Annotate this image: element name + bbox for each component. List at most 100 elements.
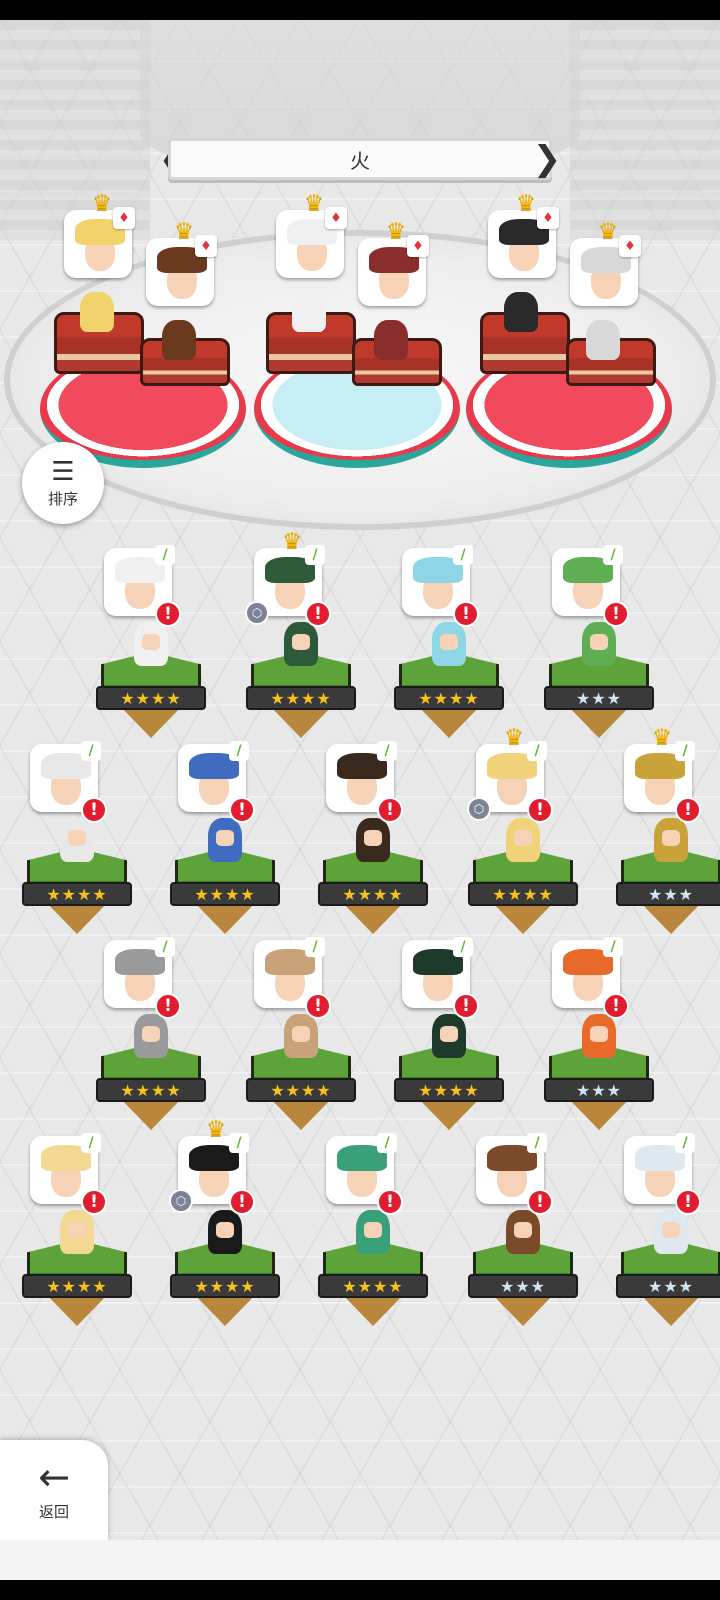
- crown-icon: ♛: [282, 529, 302, 554]
- star-rating: ★★★★: [246, 1078, 356, 1102]
- hero-portrait[interactable]: ♛ /! ⬡: [245, 531, 331, 627]
- hero-portrait[interactable]: /!: [552, 937, 629, 1019]
- fire-element-icon: ♦: [537, 207, 559, 229]
- alert-icon: !: [603, 601, 629, 627]
- hero-sprite: [60, 1210, 94, 1254]
- element-label: 火: [350, 148, 370, 173]
- leaf-element-icon: /: [155, 937, 175, 957]
- hero-portrait[interactable]: /!: [624, 1133, 701, 1215]
- hero-tile[interactable]: ★★★: [616, 1208, 720, 1334]
- star-rating: ★★★★: [170, 882, 280, 906]
- hero-portrait[interactable]: /!: [30, 741, 107, 823]
- next-element-button[interactable]: ❯: [533, 138, 562, 180]
- leaf-element-icon: /: [377, 741, 397, 761]
- hero-sprite: [134, 1014, 168, 1058]
- hero-tile[interactable]: ★★★★: [246, 1012, 356, 1138]
- hero-tile[interactable]: ★★★★: [394, 1012, 504, 1138]
- alert-icon: !: [675, 1189, 701, 1215]
- star-rating: ★★★: [468, 1274, 578, 1298]
- hero-portrait[interactable]: /!: [552, 545, 629, 627]
- hero-tile[interactable]: ★★★: [544, 1012, 654, 1138]
- back-label: 返回: [38, 1502, 69, 1521]
- star-rating: ★★★★: [22, 1274, 132, 1298]
- alert-icon: !: [155, 601, 181, 627]
- team-portrait[interactable]: ♛ ♦: [358, 221, 429, 306]
- hero-tile[interactable]: ★★★: [468, 1208, 578, 1334]
- sort-button[interactable]: ☰ 排序: [22, 442, 104, 524]
- leaf-element-icon: /: [229, 1133, 249, 1153]
- hero-sprite: [356, 1210, 390, 1254]
- alert-icon: !: [453, 993, 479, 1019]
- hero-tile[interactable]: ★★★★: [394, 620, 504, 746]
- leaf-element-icon: /: [603, 937, 623, 957]
- hero-portrait[interactable]: ♛ /! ⬡: [169, 1119, 255, 1215]
- alert-icon: !: [81, 797, 107, 823]
- leaf-element-icon: /: [675, 741, 695, 761]
- alert-icon: !: [527, 1189, 553, 1215]
- hero-portrait[interactable]: /!: [326, 1133, 403, 1215]
- hero-sprite: [208, 818, 242, 862]
- hero-tile[interactable]: ★★★★: [170, 1208, 280, 1334]
- star-rating: ★★★: [544, 1078, 654, 1102]
- back-button[interactable]: ← 返回: [0, 1440, 108, 1540]
- crown-icon: ♛: [206, 1117, 226, 1142]
- hero-portrait[interactable]: /!: [178, 741, 255, 823]
- team-portrait[interactable]: ♛ ♦: [276, 193, 347, 278]
- star-rating: ★★★★: [394, 1078, 504, 1102]
- hero-tile[interactable]: ★★★★: [246, 620, 356, 746]
- hero-sprite: [356, 818, 390, 862]
- leaf-element-icon: /: [527, 1133, 547, 1153]
- hero-sprite: [506, 1210, 540, 1254]
- hero-portrait[interactable]: ♛ /! ⬡: [467, 727, 553, 823]
- gem-icon: ⬡: [169, 1189, 193, 1213]
- hero-sprite: [506, 818, 540, 862]
- hero-portrait[interactable]: /!: [254, 937, 331, 1019]
- hero-sprite: [432, 1014, 466, 1058]
- hero-tile[interactable]: ★★★★: [96, 1012, 206, 1138]
- leaf-element-icon: /: [155, 545, 175, 565]
- hero-portrait[interactable]: /!: [30, 1133, 107, 1215]
- element-banner: 火: [168, 138, 552, 180]
- leaf-element-icon: /: [81, 741, 101, 761]
- star-rating: ★★★★: [170, 1274, 280, 1298]
- hero-portrait[interactable]: /!: [402, 545, 479, 627]
- fire-element-icon: ♦: [407, 235, 429, 257]
- fire-element-icon: ♦: [619, 235, 641, 257]
- hero-tile[interactable]: ★★★★: [170, 816, 280, 942]
- team-sprite: [80, 292, 114, 332]
- team-portrait[interactable]: ♛ ♦: [146, 221, 217, 306]
- alert-icon: !: [377, 797, 403, 823]
- hero-sprite: [134, 622, 168, 666]
- hero-tile[interactable]: ★★★★: [22, 1208, 132, 1334]
- hero-sprite: [654, 1210, 688, 1254]
- hero-portrait[interactable]: /!: [104, 545, 181, 627]
- alert-icon: !: [603, 993, 629, 1019]
- team-portrait[interactable]: ♛ ♦: [64, 193, 135, 278]
- alert-icon: !: [527, 797, 553, 823]
- hero-tile[interactable]: ★★★: [616, 816, 720, 942]
- hero-portrait[interactable]: /!: [104, 937, 181, 1019]
- hero-tile[interactable]: ★★★★: [318, 816, 428, 942]
- leaf-element-icon: /: [453, 937, 473, 957]
- hero-tile[interactable]: ★★★★: [318, 1208, 428, 1334]
- star-rating: ★★★★: [394, 686, 504, 710]
- hero-tile[interactable]: ★★★: [544, 620, 654, 746]
- team-portrait[interactable]: ♛ ♦: [570, 221, 641, 306]
- hero-tile[interactable]: ★★★★: [22, 816, 132, 942]
- star-rating: ★★★★: [22, 882, 132, 906]
- fire-element-icon: ♦: [113, 207, 135, 229]
- hero-portrait[interactable]: ♛ /!: [624, 727, 701, 823]
- hero-sprite: [284, 622, 318, 666]
- sort-label: 排序: [47, 489, 78, 508]
- hero-tile[interactable]: ★★★★: [468, 816, 578, 942]
- alert-icon: !: [453, 601, 479, 627]
- leaf-element-icon: /: [453, 545, 473, 565]
- hero-portrait[interactable]: /!: [326, 741, 403, 823]
- hero-portrait[interactable]: /!: [476, 1133, 553, 1215]
- hero-tile[interactable]: ★★★★: [96, 620, 206, 746]
- alert-icon: !: [305, 601, 331, 627]
- team-portrait[interactable]: ♛ ♦: [488, 193, 559, 278]
- sort-icon: ☰: [51, 456, 75, 487]
- alert-icon: !: [81, 1189, 107, 1215]
- hero-portrait[interactable]: /!: [402, 937, 479, 1019]
